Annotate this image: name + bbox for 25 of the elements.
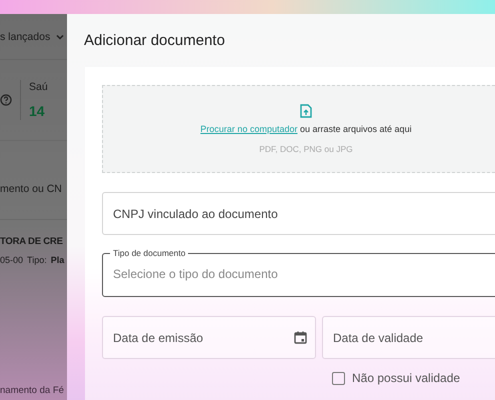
metric-label: Saú — [29, 81, 48, 93]
date-placeholder: Data de validade — [333, 330, 424, 344]
row-title: TORA DE CRE — [0, 236, 64, 247]
calendar-icon[interactable] — [294, 331, 307, 344]
search-placeholder[interactable]: mento ou CN — [0, 183, 62, 195]
footer-text: namento da Fé — [0, 385, 65, 398]
field-label: Tipo de documento — [112, 248, 186, 258]
input-field[interactable]: CNPJ vinculado ao documento — [102, 192, 495, 235]
date-field[interactable]: Data de emissão — [102, 316, 316, 359]
upload-instruction: Procurar no computador ou arraste arquivos até aqui — [200, 124, 412, 134]
date-placeholder: Data de emissão — [113, 330, 204, 344]
row-type-value: Pla — [50, 255, 64, 265]
row-code: 05-00 — [0, 255, 24, 265]
drawer-title: Adicionar documento — [83, 31, 226, 51]
checkbox-label[interactable]: Não possui validade — [352, 371, 460, 385]
file-upload-icon — [300, 104, 312, 118]
row-type-label: Tipo: — [27, 255, 47, 265]
checkbox[interactable] — [332, 372, 345, 384]
select-placeholder: Selecione o tipo do documento — [113, 267, 279, 281]
upload-dropzone[interactable]: Procurar no computador ou arraste arquivos até aqui PDF, DOC, PNG ou JPG — [102, 85, 495, 173]
date-field[interactable]: Data de validade — [322, 316, 495, 359]
help-icon[interactable] — [0, 94, 12, 106]
metric-value: 14 — [29, 103, 46, 119]
document-type-select[interactable]: Tipo de documento Selecione o tipo do documento — [102, 248, 495, 297]
file-formats: PDF, DOC, PNG ou JPG — [259, 144, 353, 154]
